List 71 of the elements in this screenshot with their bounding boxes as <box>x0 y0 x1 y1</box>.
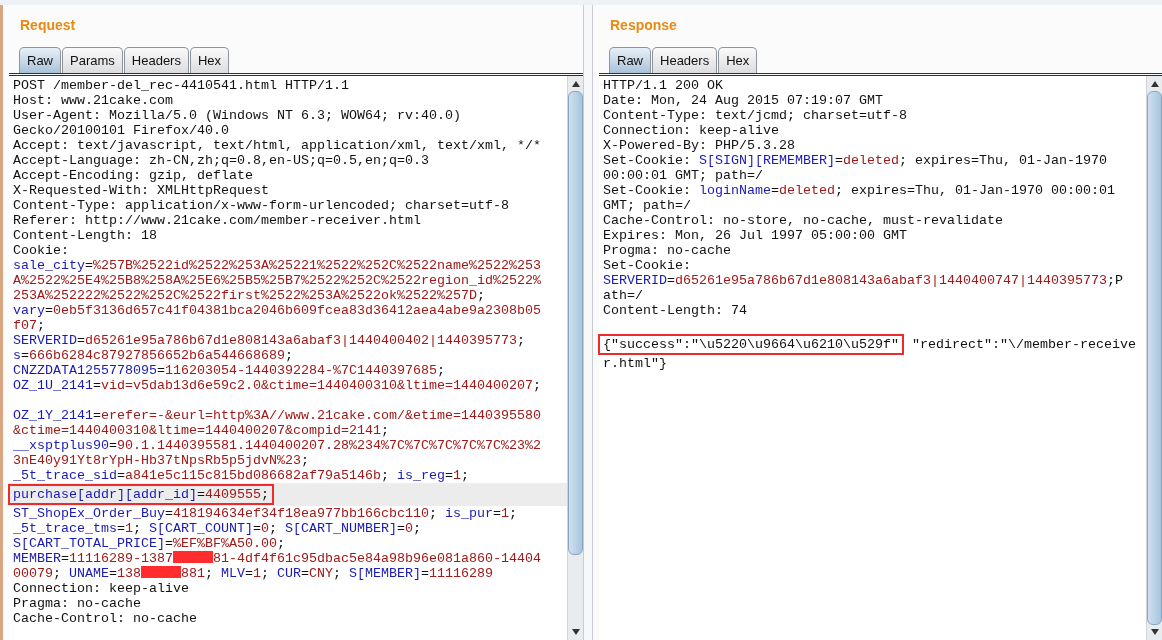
code-text: 3nE40y91Yt8rYpH-Hb37tNpsRb5p5jdvN%23; <box>13 453 309 468</box>
tab[interactable]: Headers <box>123 47 189 73</box>
code-text: SERVERID=d65261e95a786b67d1e808143a6abaf3|1440400402|1440395773; <box>13 333 525 348</box>
code-text: CNZZDATA1255778095=116203054-1440392284-%7C1440397685; <box>13 363 445 378</box>
code-text: Expires: Mon, 26 Jul 1997 05:00:00 GMT <box>603 228 907 243</box>
code-text: Date: Mon, 24 Aug 2015 07:19:07 GMT <box>603 93 883 108</box>
code-text: Set-Cookie: <box>603 258 691 273</box>
tab[interactable]: Raw <box>609 47 651 73</box>
code-text: GMT; path=/ <box>603 198 691 213</box>
code-text: s=666b6284c87927856652b6a544668689; <box>13 348 293 363</box>
code-text: r.html"} <box>603 356 667 371</box>
highlighted-code: purchase[addr][addr_id]=4409555; <box>8 484 274 505</box>
code-text: Connection: keep-alive <box>13 581 189 596</box>
code-text: OZ_1U_2141=vid=v5dab13d6e59c2.0&ctime=1440400310&ltime=1440400207; <box>13 378 541 393</box>
code-text: SERVERID=d65261e95a786b67d1e808143a6abaf3|1440400747|1440395773;P <box>603 273 1123 288</box>
code-text: Cookie: <box>13 243 69 258</box>
down-arrow-icon[interactable] <box>570 628 581 636</box>
tab[interactable]: Hex <box>189 47 230 73</box>
up-arrow-icon[interactable] <box>1149 80 1160 88</box>
code-text: OZ_1Y_2141=erefer=-&eurl=http%3A//www.21cake.com/&etime=1440395580 <box>13 408 541 423</box>
code-text: Set-Cookie: S[SIGN][REMEMBER]=deleted; expires=Thu, 01-Jan-1970 <box>603 153 1107 168</box>
code-text: A%2522%25E4%25B8%258A%25E6%25B5%25B7%2522%252C%2522region_id%2522% <box>13 273 541 288</box>
code-text: &ctime=1440400310&ltime=1440400207&compid=2141; <box>13 423 389 438</box>
panel-title: Response <box>610 17 678 35</box>
code-text: _5t_trace_tms=1; S[CART_COUNT]=0; S[CART_NUMBER]=0; <box>13 521 421 536</box>
code-text: 00:00:01 GMT; path=/ <box>603 168 763 183</box>
code-text: Connection: keep-alive <box>603 123 779 138</box>
code-text: ST_ShopEx_Order_Buy=418194634ef34f18ea977bb166cbc110; is_pur=1; <box>13 506 517 521</box>
code-text: "redirect":"\/member-receive <box>910 337 1136 352</box>
code-text: Accept-Encoding: gzip, deflate <box>13 168 253 183</box>
code-text: vary=0eb5f3136d657c41f04381bca2046b609fcea83d36412aea4abe9a2308b05 <box>13 303 541 318</box>
text-editor[interactable] <box>9 76 583 640</box>
panel-title: Request <box>20 17 77 35</box>
code-text: 00079; UNAME=138 881; MLV=1; CUR=CNY; S[MEMBER]=11116289 <box>13 566 493 581</box>
code-text: POST /member-del_rec-4410541.html HTTP/1.1 <box>13 78 349 93</box>
code-text: MEMBER=11116289-1387 81-4df4f61c95dbac5e84a98b96e081a860-14404 <box>13 551 541 566</box>
code-text: User-Agent: Mozilla/5.0 (Windows NT 6.3; WOW64; rv:40.0) <box>13 108 461 123</box>
code-text: Set-Cookie: loginName=deleted; expires=Thu, 01-Jan-1970 00:00:01 <box>603 183 1115 198</box>
code-text: _5t_trace_sid=a841e5c115c815bd086682af79a5146b; is_reg=1; <box>13 468 469 483</box>
code-text: Content-Length: 74 <box>603 303 747 318</box>
code-text: Content-Length: 18 <box>13 228 157 243</box>
code-text: __xsptplus90=90.1.1440395581.1440400207.28%234%7C%7C%7C%7C%7C%23%2 <box>13 438 541 453</box>
code-text: Content-Type: application/x-www-form-urlencoded; charset=utf-8 <box>13 198 509 213</box>
code-text: Host: www.21cake.com <box>13 93 173 108</box>
code-text: Pragma: no-cache <box>13 596 141 611</box>
code-text: Accept: text/javascript, text/html, application/xml, text/xml, */* <box>13 138 541 153</box>
code-text: Cache-Control: no-store, no-cache, must-revalidate <box>603 213 1003 228</box>
code-text: HTTP/1.1 200 OK <box>603 78 723 93</box>
code-text: Content-Type: text/jcmd; charset=utf-8 <box>603 108 907 123</box>
code-text: sale_city=%257B%2522id%2522%253A%25221%2522%252C%2522name%2522%253 <box>13 258 541 273</box>
scrollbar-thumb[interactable] <box>568 91 583 555</box>
code-text: X-Requested-With: XMLHttpRequest <box>13 183 269 198</box>
code-text: Cache-Control: no-cache <box>13 611 197 626</box>
down-arrow-icon[interactable] <box>1149 628 1160 636</box>
code-text: Gecko/20100101 Firefox/40.0 <box>13 123 229 138</box>
tab[interactable]: Params <box>62 47 123 73</box>
up-arrow-icon[interactable] <box>570 80 581 88</box>
code-text: ath=/ <box>603 288 643 303</box>
code-text: 253A%252222%2522%252C%2522first%2522%253A%2522ok%2522%257D; <box>13 288 485 303</box>
code-text: S[CART_TOTAL_PRICE]=%EF%BF%A50.00; <box>13 536 285 551</box>
code-text: Progma: no-cache <box>603 243 731 258</box>
tab[interactable]: Headers <box>652 47 718 73</box>
code-text: f07; <box>13 318 45 333</box>
tab[interactable]: Raw <box>19 47 61 73</box>
tab[interactable]: Hex <box>718 47 758 73</box>
code-text: Accept-Language: zh-CN,zh;q=0.8,en-US;q=0.5,en;q=0.3 <box>13 153 429 168</box>
highlighted-code: {"success":"\u5220\u9664\u6210\u529f" <box>598 334 904 355</box>
text-editor[interactable] <box>599 76 1162 640</box>
code-text: X-Powered-By: PHP/5.3.28 <box>603 138 795 153</box>
code-text: Referer: http://www.21cake.com/member-receiver.html <box>13 213 421 228</box>
scrollbar[interactable] <box>567 76 583 640</box>
